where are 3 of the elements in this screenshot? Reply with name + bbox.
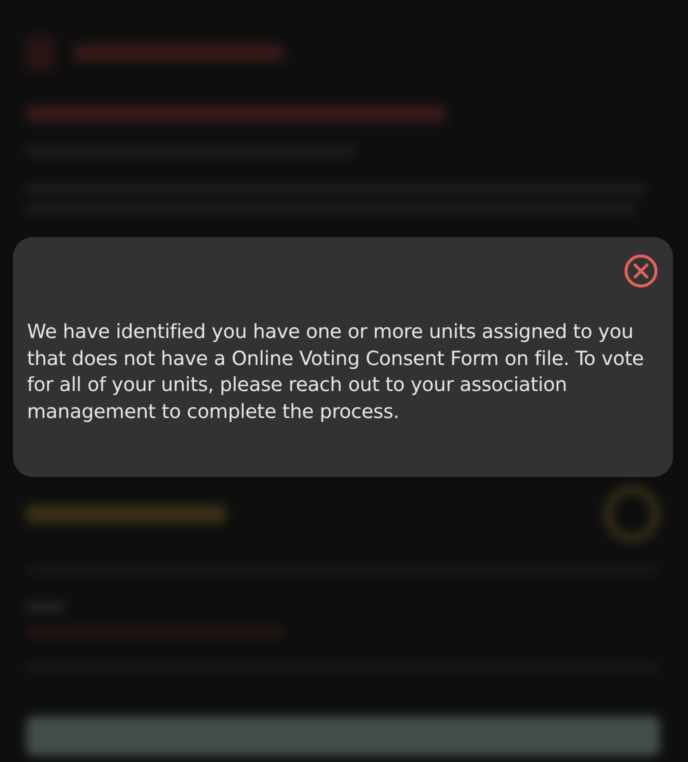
close-button[interactable] <box>623 253 659 289</box>
dialog-message: We have identified you have one or more units assigned to you that does not have a Online Voting Consent Form on file. To vote for all of your units, please reach out to your association management to complete the process. <box>27 319 645 424</box>
close-icon <box>624 254 658 288</box>
